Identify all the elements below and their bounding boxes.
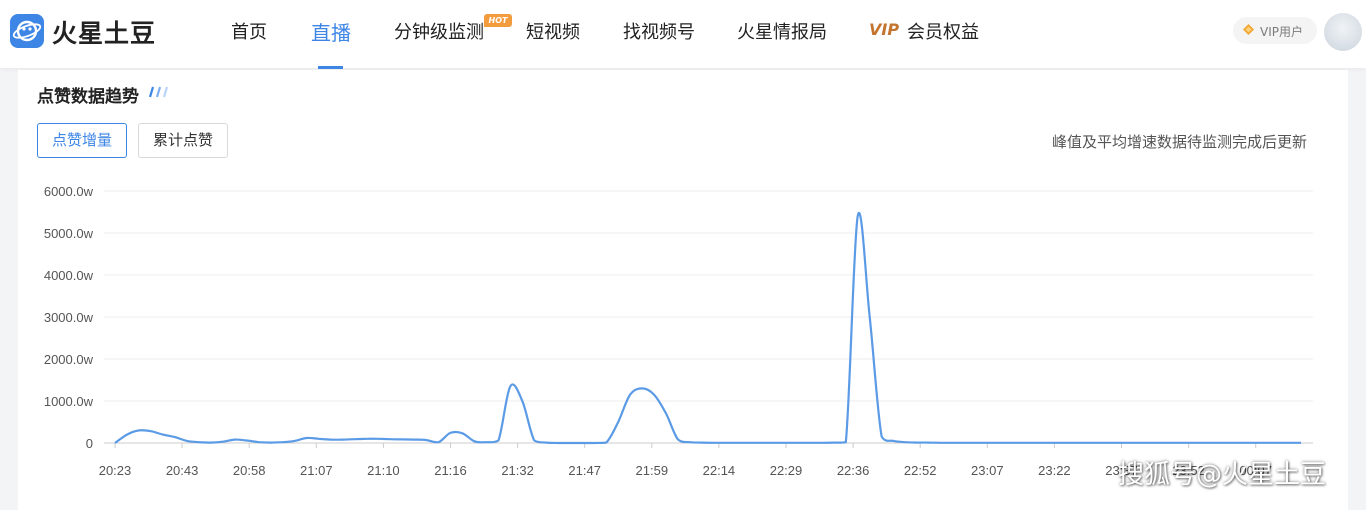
x-tick-label: 21:32 bbox=[501, 463, 534, 478]
y-tick-label: 4000.0w bbox=[44, 268, 94, 283]
y-tick-label: 2000.0w bbox=[44, 352, 94, 367]
x-tick-label: 21:07 bbox=[300, 463, 333, 478]
x-tick-label: 22:29 bbox=[770, 463, 803, 478]
y-tick-label: 0 bbox=[86, 436, 93, 451]
y-tick-label: 1000.0w bbox=[44, 394, 94, 409]
like-increment-series-line bbox=[114, 211, 1301, 445]
x-tick-label: 21:47 bbox=[568, 463, 601, 478]
x-tick-label: 21:10 bbox=[367, 463, 400, 478]
y-tick-label: 6000.0w bbox=[44, 184, 94, 199]
watermark: 搜狐号@火星土豆 bbox=[1118, 460, 1327, 490]
x-tick-label: 23:22 bbox=[1038, 463, 1071, 478]
x-tick-label: 21:16 bbox=[434, 463, 467, 478]
y-tick-label: 3000.0w bbox=[44, 310, 94, 325]
x-tick-label: 22:14 bbox=[703, 463, 736, 478]
x-tick-label: 20:58 bbox=[233, 463, 266, 478]
y-tick-label: 5000.0w bbox=[44, 226, 94, 241]
x-tick-label: 20:43 bbox=[166, 463, 199, 478]
x-tick-label: 22:36 bbox=[837, 463, 870, 478]
x-tick-label: 22:52 bbox=[904, 463, 937, 478]
x-tick-label: 20:23 bbox=[99, 463, 132, 478]
x-tick-label: 23:07 bbox=[971, 463, 1004, 478]
x-tick-label: 21:59 bbox=[636, 463, 669, 478]
like-trend-chart: 0 1000.0w 2000.0w 3000.0w 4000.0w 5000.0w 6000… bbox=[44, 184, 1313, 478]
